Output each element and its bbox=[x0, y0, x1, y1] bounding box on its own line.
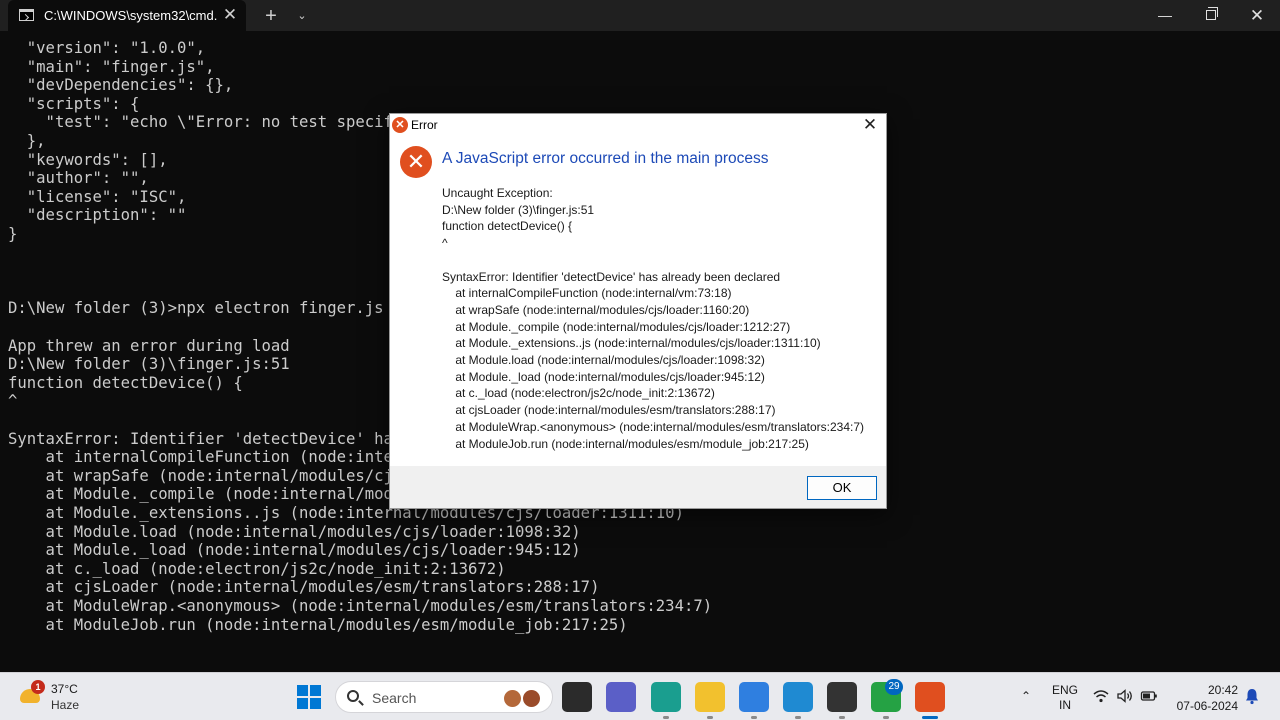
dialog-message-line: at ModuleJob.run (node:internal/modules/… bbox=[442, 436, 809, 451]
running-indicator bbox=[751, 716, 757, 719]
wifi-icon[interactable] bbox=[1092, 687, 1110, 705]
dialog-message-line: at c._load (node:electron/js2c/node_init… bbox=[442, 386, 715, 401]
terminal-line: at cjsLoader (node:internal/modules/esm/… bbox=[8, 578, 600, 597]
terminal-line: at ModuleWrap.<anonymous> (node:internal… bbox=[8, 597, 713, 615]
terminal-line: "version": "1.0.0", bbox=[8, 39, 206, 57]
electron-error-app-icon[interactable] bbox=[915, 682, 945, 712]
taskbar: 1 37°C Haze Search 29 ⌃ ENG IN 20:42 07-… bbox=[0, 672, 1280, 720]
ok-button[interactable]: OK bbox=[807, 476, 877, 500]
terminal-app-icon[interactable] bbox=[827, 682, 857, 712]
search-highlight-icon bbox=[504, 688, 544, 708]
terminal-line: at c._load (node:electron/js2c/node_init… bbox=[8, 559, 506, 578]
terminal-line: "scripts": { bbox=[8, 94, 140, 113]
terminal-line: "description": "" bbox=[8, 206, 187, 225]
search-placeholder: Search bbox=[372, 690, 417, 706]
dialog-message-line: at internalCompileFunction (node:interna… bbox=[442, 286, 732, 301]
terminal-titlebar: C:\WINDOWS\system32\cmd. ✕ + ⌄ — ✕ bbox=[0, 0, 1280, 31]
dialog-title: Error bbox=[411, 118, 438, 132]
notification-badge: 1 bbox=[31, 680, 45, 694]
minimize-button[interactable]: — bbox=[1142, 0, 1188, 31]
battery-icon[interactable] bbox=[1140, 687, 1158, 705]
app-badge: 29 bbox=[885, 679, 903, 695]
weather-temperature: 37°C bbox=[51, 682, 78, 696]
windows-logo-icon bbox=[297, 685, 308, 696]
terminal-line: "devDependencies": {}, bbox=[8, 76, 234, 95]
taskbar-search[interactable]: Search bbox=[335, 681, 553, 713]
dialog-message-line: ^ bbox=[442, 236, 448, 251]
terminal-tab[interactable]: C:\WINDOWS\system32\cmd. ✕ bbox=[8, 0, 246, 31]
terminal-line: function detectDevice() { bbox=[8, 373, 243, 392]
restore-icon bbox=[1206, 7, 1218, 20]
terminal-line: }, bbox=[8, 132, 46, 150]
language-indicator[interactable]: ENG IN bbox=[1052, 683, 1078, 713]
running-indicator bbox=[839, 716, 845, 719]
search-icon bbox=[347, 690, 359, 702]
chevron-down-icon[interactable]: ⌄ bbox=[292, 5, 312, 27]
dialog-message-line: SyntaxError: Identifier 'detectDevice' h… bbox=[442, 269, 781, 284]
terminal-line: SyntaxError: Identifier 'detectDevice' h… bbox=[8, 429, 393, 448]
terminal-line: at Module.load (node:internal/modules/cj… bbox=[8, 522, 581, 541]
terminal-line: at Module._load (node:internal/modules/c… bbox=[8, 541, 581, 560]
terminal-line: "test": "echo \"Error: no test specif bbox=[8, 113, 393, 132]
teams-meet-app-icon[interactable] bbox=[606, 682, 636, 712]
terminal-line: } bbox=[8, 225, 18, 243]
terminal-line: "license": "ISC", bbox=[8, 187, 187, 206]
region-code: IN bbox=[1059, 698, 1071, 712]
running-indicator bbox=[707, 716, 713, 719]
dialog-message-line: at ModuleWrap.<anonymous> (node:internal… bbox=[442, 419, 865, 434]
dialog-heading: A JavaScript error occurred in the main … bbox=[442, 150, 769, 167]
terminal-line: at Module._compile (node:internal/mod bbox=[8, 485, 393, 504]
tab-close-icon[interactable]: ✕ bbox=[220, 5, 240, 25]
terminal-line: at wrapSafe (node:internal/modules/cj bbox=[8, 466, 393, 485]
dialog-message-line: at Module._compile (node:internal/module… bbox=[442, 319, 791, 334]
clock-date: 07-06-2024 bbox=[1176, 699, 1238, 713]
clock[interactable]: 20:42 07-06-2024 bbox=[1166, 682, 1238, 714]
error-small-icon: ✕ bbox=[392, 117, 408, 133]
terminal-line: "main": "finger.js", bbox=[8, 57, 215, 76]
dialog-message-line: at cjsLoader (node:internal/modules/esm/… bbox=[442, 403, 776, 418]
maximize-button[interactable] bbox=[1188, 0, 1234, 31]
clock-time: 20:42 bbox=[1207, 683, 1238, 697]
new-tab-icon[interactable]: + bbox=[260, 5, 282, 27]
running-indicator bbox=[883, 716, 889, 719]
running-indicator bbox=[922, 716, 938, 719]
terminal-line: D:\New folder (3)>npx electron finger.js bbox=[8, 299, 384, 318]
vscode-app-icon[interactable] bbox=[783, 682, 813, 712]
terminal-line: D:\New folder (3)\finger.js:51 bbox=[8, 355, 290, 374]
dialog-message-line: at Module.load (node:internal/modules/cj… bbox=[442, 353, 765, 367]
notification-bell-icon[interactable] bbox=[1243, 687, 1261, 705]
tab-title: C:\WINDOWS\system32\cmd. bbox=[44, 8, 218, 23]
dialog-message-line: function detectDevice() { bbox=[442, 219, 573, 234]
dialog-close-icon[interactable]: ✕ bbox=[855, 114, 885, 136]
tray-chevron-icon[interactable]: ⌃ bbox=[1018, 686, 1034, 706]
cmd-icon bbox=[19, 9, 34, 21]
error-dialog: ✕ Error ✕ ✕ A JavaScript error occurred … bbox=[389, 113, 887, 509]
edge-app-icon[interactable] bbox=[651, 682, 681, 712]
language-code: ENG bbox=[1052, 683, 1079, 697]
file-explorer-app-icon[interactable] bbox=[695, 682, 725, 712]
terminal-line: "author": "", bbox=[8, 169, 149, 188]
error-icon: ✕ bbox=[400, 146, 432, 178]
terminal-line: "keywords": [], bbox=[8, 150, 168, 169]
running-indicator bbox=[795, 716, 801, 719]
store-app-icon[interactable] bbox=[739, 682, 769, 712]
weather-condition: Haze bbox=[51, 698, 80, 712]
terminal-line: App threw an error during load bbox=[8, 336, 290, 355]
terminal-line: at internalCompileFunction (node:inte bbox=[8, 448, 393, 467]
running-indicator bbox=[663, 716, 669, 719]
terminal-line: ^ bbox=[8, 392, 18, 411]
dialog-message-line: at Module._extensions..js (node:internal… bbox=[442, 336, 821, 351]
dialog-message-line: Uncaught Exception: bbox=[442, 186, 553, 200]
terminal-line: at ModuleJob.run (node:internal/modules/… bbox=[8, 615, 628, 634]
volume-icon[interactable] bbox=[1116, 687, 1134, 705]
close-window-button[interactable]: ✕ bbox=[1234, 0, 1280, 31]
task-view-app-icon[interactable] bbox=[562, 682, 592, 712]
dialog-message-line: at wrapSafe (node:internal/modules/cjs/l… bbox=[442, 302, 750, 317]
start-button[interactable] bbox=[297, 685, 321, 709]
dialog-message-line: at Module._load (node:internal/modules/c… bbox=[442, 369, 765, 384]
dialog-message-line: D:\New folder (3)\finger.js:51 bbox=[442, 202, 595, 217]
